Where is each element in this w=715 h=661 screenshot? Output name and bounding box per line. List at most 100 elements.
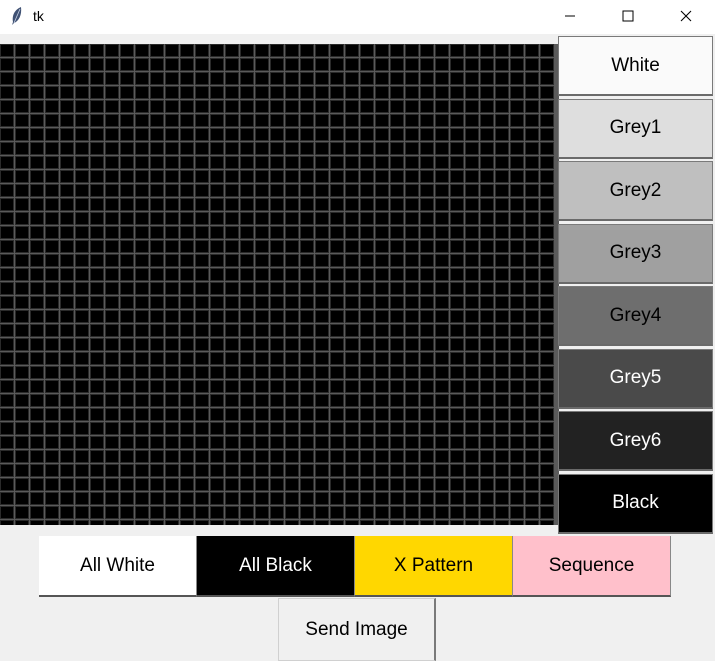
grid-cell[interactable] [270,170,284,183]
grid-cell[interactable] [210,170,224,183]
grid-cell[interactable] [240,212,254,225]
grid-cell[interactable] [330,436,344,449]
color-button-white[interactable]: White [558,36,713,96]
grid-cell[interactable] [75,86,89,99]
grid-cell[interactable] [435,436,449,449]
grid-cell[interactable] [135,226,149,239]
grid-cell[interactable] [390,408,404,421]
grid-cell[interactable] [180,184,194,197]
grid-cell[interactable] [465,58,479,71]
grid-cell[interactable] [105,422,119,435]
grid-cell[interactable] [435,268,449,281]
grid-cell[interactable] [300,464,314,477]
grid-cell[interactable] [210,492,224,505]
grid-cell[interactable] [180,324,194,337]
grid-cell[interactable] [405,170,419,183]
grid-cell[interactable] [315,506,329,519]
grid-cell[interactable] [480,380,494,393]
x-pattern-button[interactable]: X Pattern [355,536,513,597]
grid-cell[interactable] [510,44,524,57]
grid-cell[interactable] [285,198,299,211]
grid-cell[interactable] [270,184,284,197]
grid-cell[interactable] [240,520,254,525]
grid-cell[interactable] [405,240,419,253]
grid-cell[interactable] [390,366,404,379]
grid-cell[interactable] [360,520,374,525]
grid-cell[interactable] [405,72,419,85]
grid-cell[interactable] [225,156,239,169]
grid-cell[interactable] [165,506,179,519]
grid-cell[interactable] [240,464,254,477]
grid-cell[interactable] [120,478,134,491]
grid-cell[interactable] [495,450,509,463]
grid-cell[interactable] [195,464,209,477]
grid-cell[interactable] [465,72,479,85]
grid-cell[interactable] [180,114,194,127]
minimize-button[interactable] [547,0,593,32]
grid-cell[interactable] [0,142,14,155]
grid-cell[interactable] [120,198,134,211]
grid-cell[interactable] [15,506,29,519]
grid-cell[interactable] [345,268,359,281]
grid-cell[interactable] [0,394,14,407]
grid-cell[interactable] [540,170,554,183]
grid-cell[interactable] [150,296,164,309]
grid-cell[interactable] [285,44,299,57]
grid-cell[interactable] [60,128,74,141]
grid-cell[interactable] [495,184,509,197]
grid-cell[interactable] [420,226,434,239]
grid-cell[interactable] [255,240,269,253]
grid-cell[interactable] [255,282,269,295]
grid-cell[interactable] [45,58,59,71]
grid-cell[interactable] [450,58,464,71]
grid-cell[interactable] [525,142,539,155]
grid-cell[interactable] [300,240,314,253]
grid-cell[interactable] [135,240,149,253]
grid-cell[interactable] [375,198,389,211]
grid-cell[interactable] [360,352,374,365]
grid-cell[interactable] [465,338,479,351]
grid-cell[interactable] [345,492,359,505]
grid-cell[interactable] [450,310,464,323]
grid-cell[interactable] [195,226,209,239]
grid-cell[interactable] [60,254,74,267]
grid-cell[interactable] [360,86,374,99]
grid-cell[interactable] [465,408,479,421]
grid-cell[interactable] [405,254,419,267]
grid-cell[interactable] [300,380,314,393]
color-button-grey4[interactable]: Grey4 [558,286,713,346]
grid-cell[interactable] [105,380,119,393]
grid-cell[interactable] [420,100,434,113]
grid-cell[interactable] [450,394,464,407]
grid-cell[interactable] [15,520,29,525]
grid-cell[interactable] [75,226,89,239]
grid-cell[interactable] [225,72,239,85]
grid-cell[interactable] [465,352,479,365]
grid-cell[interactable] [30,282,44,295]
grid-cell[interactable] [240,86,254,99]
grid-cell[interactable] [60,478,74,491]
grid-cell[interactable] [195,100,209,113]
grid-cell[interactable] [240,58,254,71]
grid-cell[interactable] [525,226,539,239]
grid-cell[interactable] [285,464,299,477]
grid-cell[interactable] [435,338,449,351]
grid-cell[interactable] [75,324,89,337]
grid-cell[interactable] [225,128,239,141]
grid-cell[interactable] [495,58,509,71]
grid-cell[interactable] [540,394,554,407]
grid-cell[interactable] [0,254,14,267]
grid-cell[interactable] [390,450,404,463]
grid-cell[interactable] [390,296,404,309]
grid-cell[interactable] [0,366,14,379]
grid-cell[interactable] [15,422,29,435]
grid-cell[interactable] [480,184,494,197]
grid-cell[interactable] [225,408,239,421]
grid-cell[interactable] [285,394,299,407]
grid-cell[interactable] [135,100,149,113]
grid-cell[interactable] [540,324,554,337]
grid-cell[interactable] [540,86,554,99]
grid-cell[interactable] [30,408,44,421]
grid-cell[interactable] [480,114,494,127]
grid-cell[interactable] [60,422,74,435]
